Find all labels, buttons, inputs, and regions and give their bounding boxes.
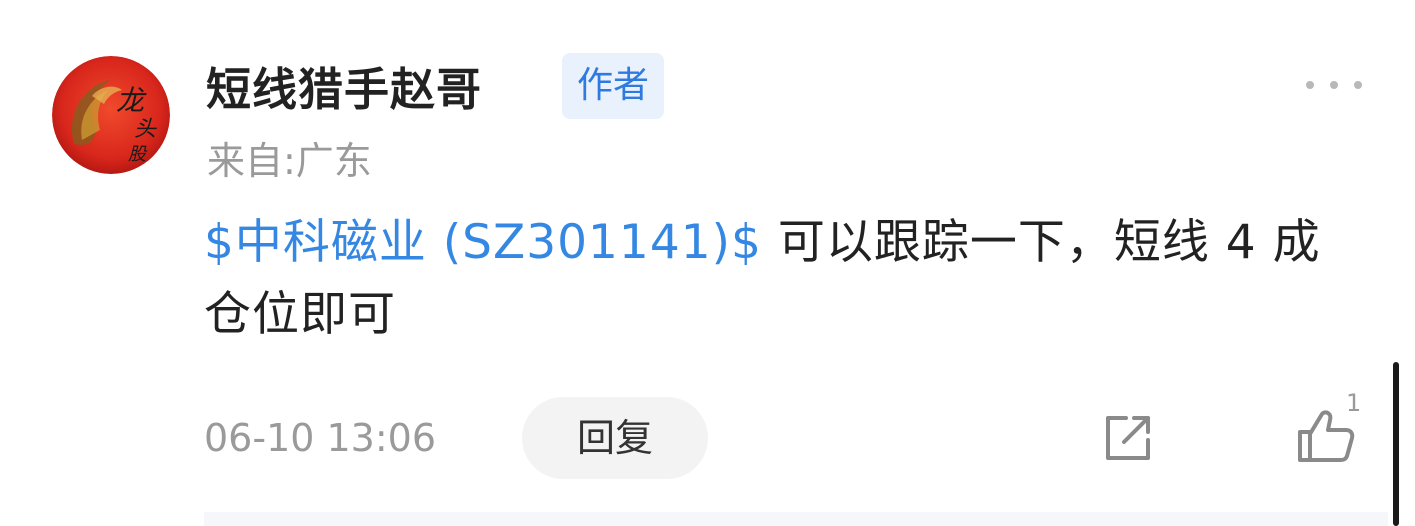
author-badge: 作者 <box>562 53 664 119</box>
svg-text:股: 股 <box>128 144 148 165</box>
avatar[interactable]: 龙 头 股 <box>52 56 170 174</box>
reply-button[interactable]: 回复 <box>522 397 708 479</box>
more-dot <box>1354 81 1362 89</box>
svg-text:龙: 龙 <box>116 84 147 117</box>
reply-preview-area <box>204 512 1388 526</box>
stock-link[interactable]: $中科磁业 (SZ301141)$ <box>204 215 762 270</box>
comment-card: 龙 头 股 短线猎手赵哥 作者 来自:广东 $中科磁业 (SZ301141)$ … <box>0 0 1415 526</box>
location-text: 来自:广东 <box>207 139 372 183</box>
dragon-avatar-icon: 龙 头 股 <box>52 56 170 174</box>
scrollbar[interactable] <box>1393 362 1399 526</box>
share-icon[interactable] <box>1100 410 1156 466</box>
post-timestamp: 06-10 13:06 <box>204 416 437 460</box>
like-count: 1 <box>1346 389 1362 417</box>
comment-body: $中科磁业 (SZ301141)$ 可以跟踪一下，短线 4 成仓位即可 <box>204 207 1334 351</box>
author-name[interactable]: 短线猎手赵哥 <box>206 60 482 120</box>
more-dot <box>1330 81 1338 89</box>
more-dot <box>1306 81 1314 89</box>
more-options-icon[interactable] <box>1306 70 1362 100</box>
svg-text:头: 头 <box>134 117 157 142</box>
